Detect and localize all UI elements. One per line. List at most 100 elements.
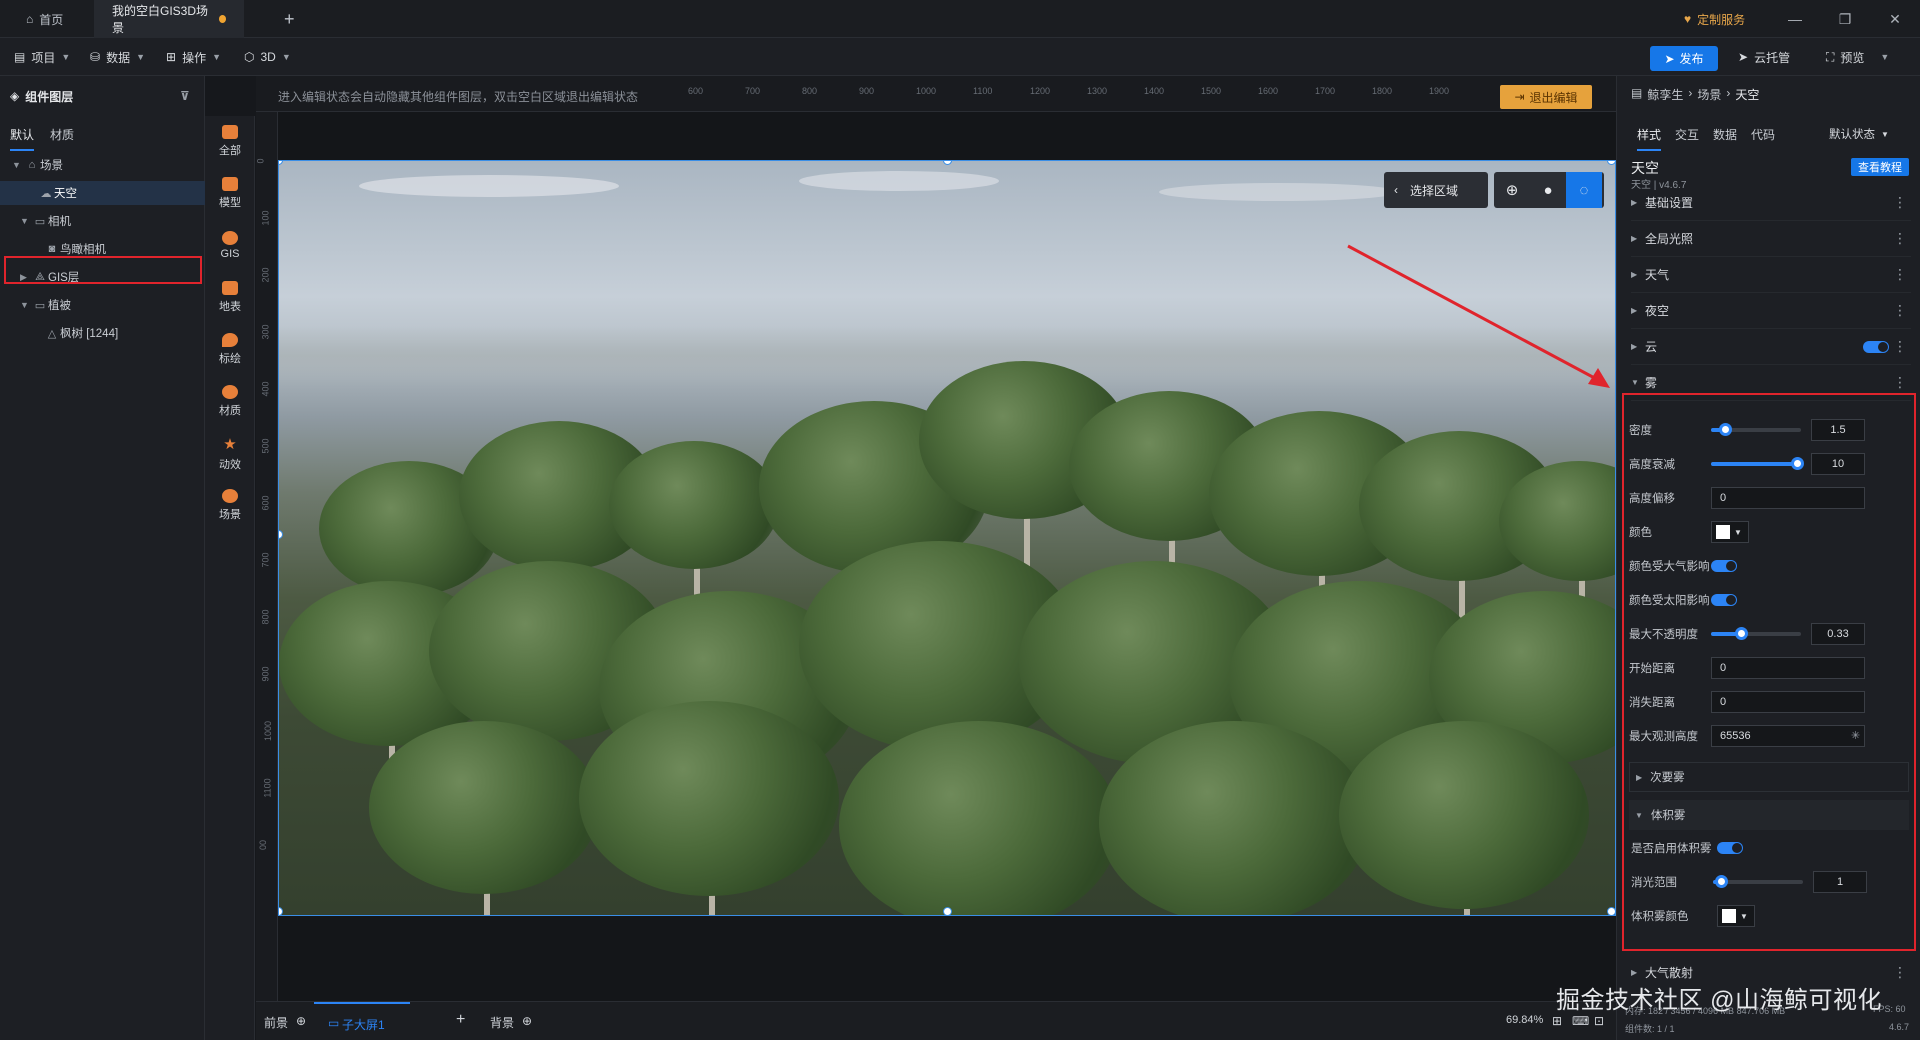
tree-item-sky[interactable]: ☁ 天空 [0, 181, 205, 205]
vanish-distance-input[interactable]: 0 [1711, 691, 1865, 713]
tab-style[interactable]: 样式 [1637, 126, 1662, 151]
more-icon[interactable]: ⋮ [1893, 266, 1907, 283]
ruler-tick: 1400 [1144, 86, 1165, 96]
keyboard-icon[interactable]: ⌨ [1572, 1014, 1589, 1028]
asterisk-icon[interactable]: ✳ [1851, 729, 1860, 742]
max-height-input[interactable]: 65536 [1711, 725, 1865, 747]
code-icon[interactable]: ⊡ [1594, 1014, 1604, 1028]
tab-code[interactable]: 代码 [1751, 126, 1775, 151]
resize-handle[interactable] [1607, 907, 1615, 915]
tree-item-scene[interactable]: ▼ ⌂ 场景 [0, 153, 205, 177]
preview-button[interactable]: ⛶ 预览 ▼ [1826, 38, 1889, 76]
tree-item-birdseye-camera[interactable]: ◙ 鸟瞰相机 [0, 237, 205, 261]
vol-enable-toggle[interactable] [1717, 842, 1743, 854]
zoom-level[interactable]: 69.84% [1506, 1014, 1543, 1026]
close-button[interactable]: ✕ [1870, 0, 1920, 38]
publish-button[interactable]: ➤ 发布 [1650, 46, 1718, 71]
rail-effect[interactable]: ★ 动效 [205, 428, 255, 478]
resize-handle[interactable] [1607, 161, 1615, 165]
section-night-sky[interactable]: ▶ 夜空 ⋮ [1631, 293, 1911, 329]
more-icon[interactable]: ⋮ [1893, 338, 1907, 355]
more-icon[interactable]: ⋮ [1893, 230, 1907, 247]
fit-icon[interactable]: ⊞ [1552, 1014, 1562, 1028]
layer-panel: ◈ 组件图层 ⊽ 默认 材质 ▼ ⌂ 场景 ☁ 天空 ▼ ▭ 相机 ◙ 鸟瞰相机… [0, 76, 205, 1040]
section-cloud[interactable]: ▶ 云 ⋮ [1631, 329, 1911, 365]
resize-handle[interactable] [943, 161, 952, 165]
vol-range-slider[interactable] [1713, 875, 1803, 888]
rail-scene[interactable]: 场景 [205, 480, 255, 530]
tree-item-maple[interactable]: △ 枫树 [1244] [0, 321, 205, 345]
more-icon[interactable]: ⋮ [1893, 194, 1907, 211]
more-icon[interactable]: ⋮ [1893, 302, 1907, 319]
tab-default[interactable]: 默认 [10, 126, 35, 151]
exit-edit-button[interactable]: ⇥ 退出编辑 [1500, 85, 1592, 109]
camera-icon: ◙ [48, 243, 56, 255]
state-select[interactable]: 默认状态 ▼ [1829, 122, 1909, 146]
atmo-toggle[interactable] [1711, 560, 1737, 572]
minimize-button[interactable]: — [1770, 0, 1820, 38]
cloud-toggle[interactable] [1863, 341, 1889, 353]
menu-3d[interactable]: ⬡ 3D ▼ [244, 38, 291, 76]
fog-color-picker[interactable]: ▼ [1711, 521, 1749, 543]
grid-icon: ⊞ [166, 50, 177, 64]
tab-sub-screen[interactable]: ▭ 子大屏1 [314, 1002, 410, 1040]
tab-home[interactable]: ⌂ 首页 [8, 0, 81, 38]
resize-handle[interactable] [943, 907, 952, 915]
tree-item-vegetation[interactable]: ▼ ▭ 植被 [0, 293, 205, 317]
rail-all[interactable]: 全部 [205, 116, 255, 166]
resize-handle[interactable] [279, 161, 283, 165]
volumetric-fog-group[interactable]: ▼ 体积雾 [1629, 800, 1909, 830]
rail-model[interactable]: 模型 [205, 168, 255, 218]
new-tab-button[interactable]: + [266, 0, 313, 38]
rail-material[interactable]: 材质 [205, 376, 255, 426]
section-global-light[interactable]: ▶ 全局光照 ⋮ [1631, 221, 1911, 257]
bottom-bar: 前景 ⊕ ▭ 子大屏1 + 背景 ⊕ 69.84% ⊞ ⌨ ⊡ [256, 1001, 1616, 1040]
density-input[interactable]: 1.5 [1811, 419, 1865, 441]
sun-toggle[interactable] [1711, 594, 1737, 606]
select-region-button[interactable]: ‹ 选择区域 [1384, 172, 1488, 208]
rail-terrain[interactable]: 地表 [205, 272, 255, 322]
vol-color-picker[interactable]: ▼ [1717, 905, 1755, 927]
menu-project[interactable]: ▤ 项目 ▼ [14, 38, 70, 76]
tutorial-button[interactable]: 查看教程 [1851, 158, 1909, 176]
tab-material[interactable]: 材质 [50, 126, 74, 151]
add-foreground-icon[interactable]: ⊕ [296, 1014, 306, 1028]
vol-range-input[interactable]: 1 [1813, 871, 1867, 893]
section-basic[interactable]: ▶ 基础设置 ⋮ [1631, 185, 1911, 221]
tree-item-gis-layer[interactable]: ▶ ⟁ GIS层 [0, 265, 205, 289]
tab-interaction[interactable]: 交互 [1675, 126, 1699, 151]
rail-marker[interactable]: 标绘 [205, 324, 255, 374]
add-background-icon[interactable]: ⊕ [522, 1014, 532, 1028]
height-falloff-slider[interactable] [1711, 457, 1804, 470]
menu-data[interactable]: ⛁ 数据 ▼ [90, 38, 145, 76]
orbit-icon[interactable]: ◌ [1566, 172, 1602, 208]
foreground-label[interactable]: 前景 [264, 1014, 288, 1031]
max-opacity-slider[interactable] [1711, 627, 1801, 640]
cloud-host-button[interactable]: ➤ 云托管 [1738, 38, 1790, 76]
more-icon[interactable]: ⋮ [1893, 964, 1907, 981]
tab-scene[interactable]: 我的空白GIS3D场景 [94, 0, 244, 38]
restore-button[interactable]: ❐ [1820, 0, 1870, 38]
filter-icon[interactable]: ⊽ [180, 89, 190, 103]
rail-gis[interactable]: GIS [205, 220, 255, 270]
tree-item-camera[interactable]: ▼ ▭ 相机 [0, 209, 205, 233]
density-slider[interactable] [1711, 423, 1801, 436]
start-distance-input[interactable]: 0 [1711, 657, 1865, 679]
sphere-icon[interactable]: ● [1530, 172, 1566, 208]
add-screen-button[interactable]: + [456, 1011, 465, 1029]
section-weather[interactable]: ▶ 天气 ⋮ [1631, 257, 1911, 293]
globe-icon[interactable]: ⊕ [1494, 172, 1530, 208]
resize-handle[interactable] [279, 907, 283, 915]
max-opacity-input[interactable]: 0.33 [1811, 623, 1865, 645]
custom-service-button[interactable]: ♥ 定制服务 [1676, 8, 1753, 30]
tab-data[interactable]: 数据 [1713, 126, 1737, 151]
more-icon[interactable]: ⋮ [1893, 374, 1907, 391]
fog-color-row: 颜色 ▼ [1623, 518, 1915, 546]
height-falloff-input[interactable]: 10 [1811, 453, 1865, 475]
menu-operate[interactable]: ⊞ 操作 ▼ [166, 38, 221, 76]
height-offset-input[interactable]: 0 [1711, 487, 1865, 509]
secondary-fog-group[interactable]: ▶ 次要雾 [1629, 762, 1909, 792]
resize-handle[interactable] [279, 530, 283, 539]
section-fog[interactable]: ▼ 雾 ⋮ [1631, 365, 1911, 401]
background-label[interactable]: 背景 [490, 1014, 514, 1031]
